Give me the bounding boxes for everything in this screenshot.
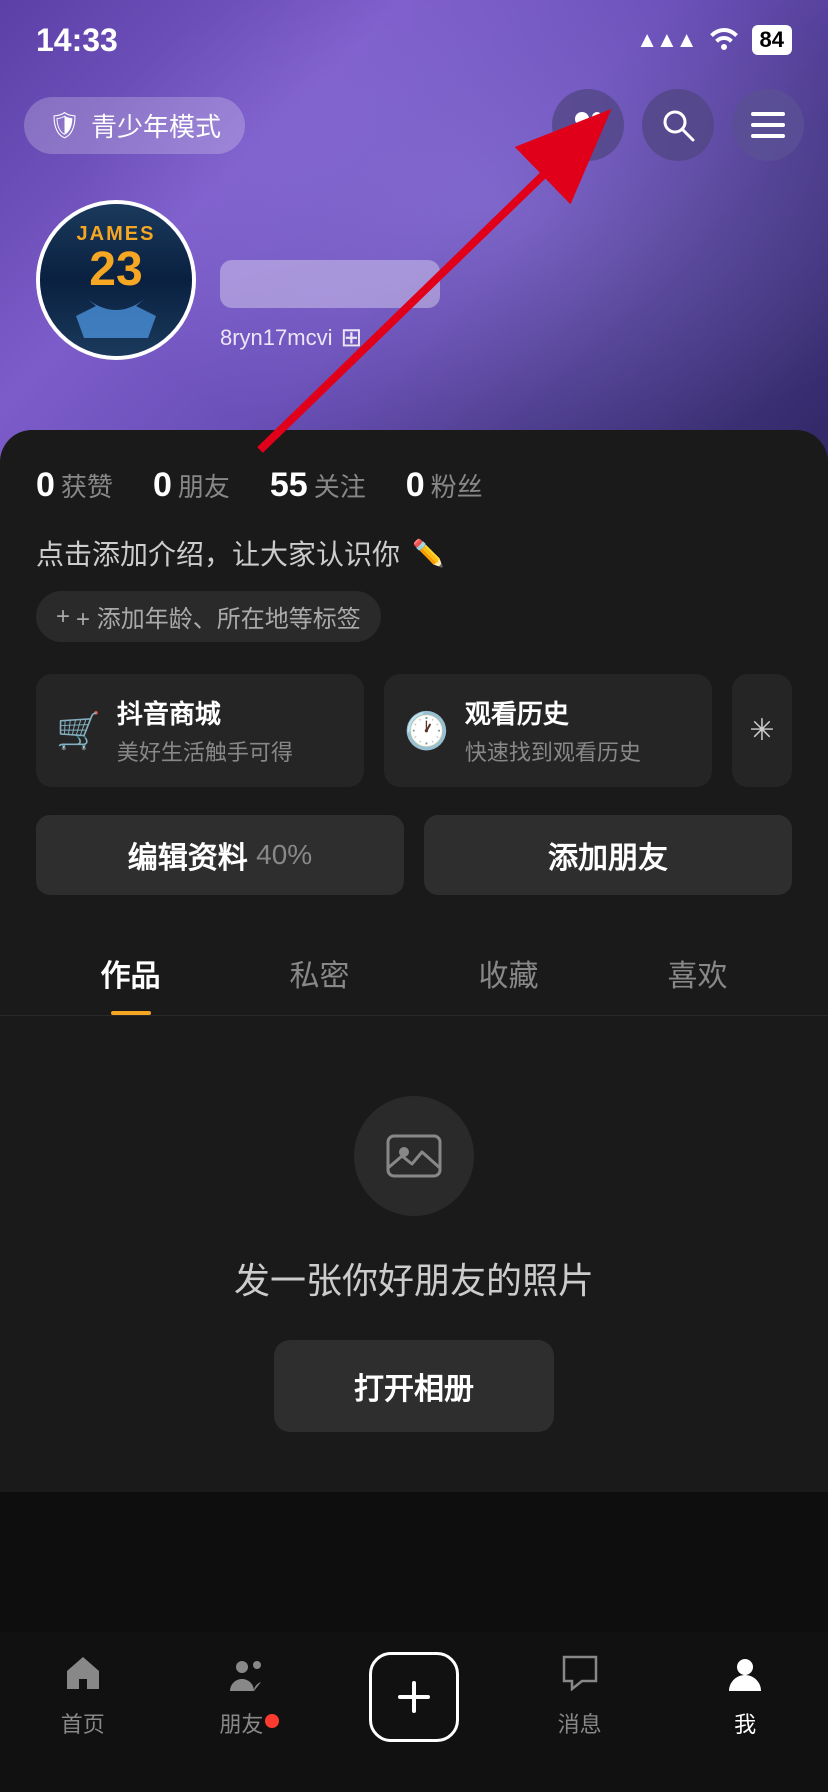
nav-messages[interactable]: 消息 — [497, 1655, 663, 1739]
profile-icon — [727, 1655, 763, 1701]
wifi-icon — [708, 24, 740, 57]
signal-icon: ▲▲▲ — [636, 27, 695, 53]
tags-placeholder-text: + 添加年龄、所在地等标签 — [76, 599, 361, 634]
jersey-number: 23 — [89, 246, 142, 294]
more-icon: ✳ — [749, 713, 774, 748]
status-time: 14:33 — [36, 22, 118, 59]
shop-texts: 抖音商城 美好生活触手可得 — [117, 694, 344, 767]
profile-pct: 40% — [256, 839, 312, 871]
nav-add[interactable] — [331, 1652, 497, 1742]
followers-stat[interactable]: 0 粉丝 — [406, 466, 483, 505]
profile-area: JAMES 23 8ryn17mcvi ⊞ — [0, 200, 828, 360]
shop-action[interactable]: 🛒 抖音商城 美好生活触手可得 — [36, 674, 364, 787]
status-icons: ▲▲▲ 84 — [636, 24, 792, 57]
youth-mode-button[interactable]: 🛡 青少年模式 — [24, 97, 245, 154]
edit-profile-label: 编辑资料 — [128, 833, 248, 877]
tab-favorites[interactable]: 收藏 — [414, 931, 603, 1015]
avatar[interactable]: JAMES 23 — [36, 200, 196, 360]
empty-icon — [354, 1096, 474, 1216]
shop-sub: 美好生活触手可得 — [117, 735, 344, 767]
add-friend-button[interactable]: 添加朋友 — [424, 815, 792, 895]
profile-label: 我 — [734, 1707, 756, 1739]
more-actions-button[interactable]: ✳ — [732, 674, 792, 787]
friends-stat: 0 朋友 — [153, 466, 230, 505]
following-stat[interactable]: 55 关注 — [270, 466, 366, 505]
messages-label: 消息 — [558, 1707, 602, 1739]
following-label: 关注 — [314, 467, 366, 504]
plus-icon: + — [56, 603, 70, 631]
friends-label: 朋友 — [178, 467, 230, 504]
avatar-inner: JAMES 23 — [40, 204, 192, 356]
add-button[interactable] — [369, 1652, 459, 1742]
empty-content: 发一张你好朋友的照片 打开相册 — [36, 1016, 792, 1492]
tab-likes[interactable]: 喜欢 — [603, 931, 792, 1015]
tab-private[interactable]: 私密 — [225, 931, 414, 1015]
shield-icon: 🛡 — [48, 110, 81, 141]
youth-mode-label: 青少年模式 — [91, 107, 221, 144]
messages-icon — [562, 1655, 598, 1701]
followers-label: 粉丝 — [431, 467, 483, 504]
username-blurred — [220, 260, 440, 308]
bio-edit-icon: ✏️ — [412, 538, 444, 569]
likes-count: 0 — [36, 466, 55, 505]
friends-label: 朋友 — [219, 1707, 277, 1739]
shop-icon: 🛒 — [56, 710, 101, 752]
profile-card: 0 获赞 0 朋友 55 关注 0 粉丝 点击添加介绍，让大家认识你 ✏️ + … — [0, 430, 828, 1492]
nav-right-icons — [552, 89, 804, 161]
stats-row: 0 获赞 0 朋友 55 关注 0 粉丝 — [36, 466, 792, 505]
add-friend-label: 添加朋友 — [548, 833, 668, 877]
qr-icon: ⊞ — [340, 322, 362, 353]
history-sub: 快速找到观看历史 — [465, 735, 692, 767]
tab-works[interactable]: 作品 — [36, 931, 225, 1015]
nav-friends[interactable]: 朋友 — [166, 1655, 332, 1739]
search-nav-button[interactable] — [642, 89, 714, 161]
history-title: 观看历史 — [465, 694, 692, 731]
tabs-row: 作品 私密 收藏 喜欢 — [0, 931, 828, 1016]
friends-icon — [230, 1655, 266, 1701]
cta-row: 编辑资料 40% 添加朋友 — [36, 815, 792, 895]
nav-profile[interactable]: 我 — [662, 1655, 828, 1739]
top-nav: 🛡 青少年模式 — [0, 80, 828, 170]
history-icon: 🕐 — [404, 710, 449, 752]
nav-home[interactable]: 首页 — [0, 1655, 166, 1739]
menu-nav-button[interactable] — [732, 89, 804, 161]
home-icon — [65, 1655, 101, 1701]
followers-count: 0 — [406, 466, 425, 505]
quick-actions: 🛒 抖音商城 美好生活触手可得 🕐 观看历史 快速找到观看历史 ✳ — [36, 674, 792, 787]
bio-text: 点击添加介绍，让大家认识你 — [36, 533, 400, 573]
status-bar: 14:33 ▲▲▲ 84 — [0, 0, 828, 80]
open-album-button[interactable]: 打开相册 — [274, 1340, 554, 1432]
bottom-nav: 首页 朋友 消息 — [0, 1632, 828, 1792]
friend-notification-dot — [265, 1714, 279, 1728]
history-texts: 观看历史 快速找到观看历史 — [465, 694, 692, 767]
add-tags-button[interactable]: + + 添加年龄、所在地等标签 — [36, 591, 381, 642]
tags-row: + + 添加年龄、所在地等标签 — [36, 591, 792, 642]
bio-row[interactable]: 点击添加介绍，让大家认识你 ✏️ — [36, 533, 792, 573]
following-count: 55 — [270, 466, 308, 505]
home-label: 首页 — [61, 1707, 105, 1739]
friends-count: 0 — [153, 466, 172, 505]
history-action[interactable]: 🕐 观看历史 快速找到观看历史 — [384, 674, 712, 787]
edit-profile-button[interactable]: 编辑资料 40% — [36, 815, 404, 895]
user-id: 8ryn17mcvi ⊞ — [220, 322, 792, 353]
battery-icon: 84 — [752, 25, 792, 55]
empty-title: 发一张你好朋友的照片 — [234, 1252, 594, 1304]
likes-stat: 0 获赞 — [36, 466, 113, 505]
shop-title: 抖音商城 — [117, 694, 344, 731]
friends-nav-button[interactable] — [552, 89, 624, 161]
likes-label: 获赞 — [61, 467, 113, 504]
username-area: 8ryn17mcvi ⊞ — [220, 200, 792, 353]
